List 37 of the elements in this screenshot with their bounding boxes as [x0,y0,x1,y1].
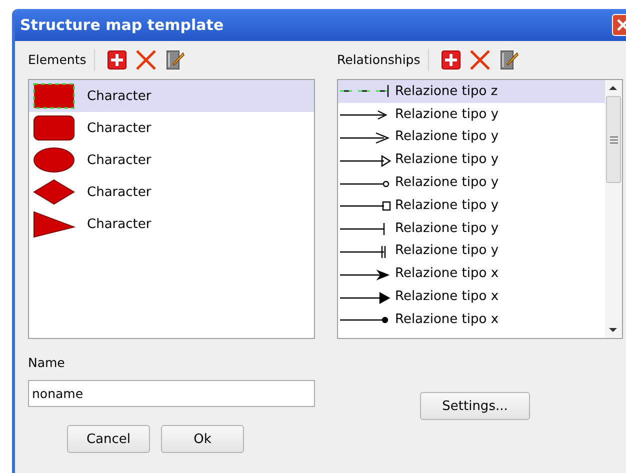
shape-icon [31,209,77,239]
relationship-item[interactable]: Relazione tipo x [338,285,605,308]
shape-icon [31,177,77,207]
scroll-thumb[interactable] [606,96,621,183]
delete-icon[interactable] [469,50,492,70]
shape-icon [31,113,77,143]
element-item[interactable]: Character [29,208,314,240]
delete-icon[interactable] [135,50,158,70]
relationship-item[interactable]: Relazione tipo y [338,148,605,172]
relationship-item[interactable]: Relazione tipo y [338,102,605,126]
add-icon[interactable] [441,50,462,70]
name-label: Name [28,355,66,370]
edit-icon[interactable] [499,50,520,70]
relationship-item[interactable]: Relazione tipo y [338,216,605,240]
cancel-button[interactable]: Cancel [67,425,150,453]
element-item[interactable]: Character [29,144,314,176]
name-field[interactable]: noname [28,380,315,407]
settings-button[interactable]: Settings... [420,392,530,420]
relationship-item[interactable]: Relazione tipo x [338,262,605,286]
add-icon[interactable] [107,50,128,70]
relationship-item[interactable]: Relazione tipo y [338,171,605,194]
relationship-item[interactable]: Relazione tipo y [338,194,605,217]
element-item[interactable]: Character [29,112,314,144]
ok-button[interactable]: Ok [161,425,244,453]
section-label: Elements [28,52,86,67]
window-title: Structure map template [19,16,224,34]
section-label: Relationships [337,52,420,67]
scrollbar[interactable] [605,80,622,338]
shape-icon [31,81,77,111]
element-item[interactable]: Character [29,176,314,208]
relationship-item[interactable]: Relazione tipo z [338,80,605,103]
edit-icon[interactable] [165,50,186,70]
relationship-item[interactable]: Relazione tipo y [338,240,605,262]
relationship-item[interactable]: Relazione tipo y [338,126,605,148]
shape-icon [31,145,77,175]
element-item[interactable]: Character [29,80,314,112]
relationship-item[interactable]: Relazione tipo x [338,308,605,331]
